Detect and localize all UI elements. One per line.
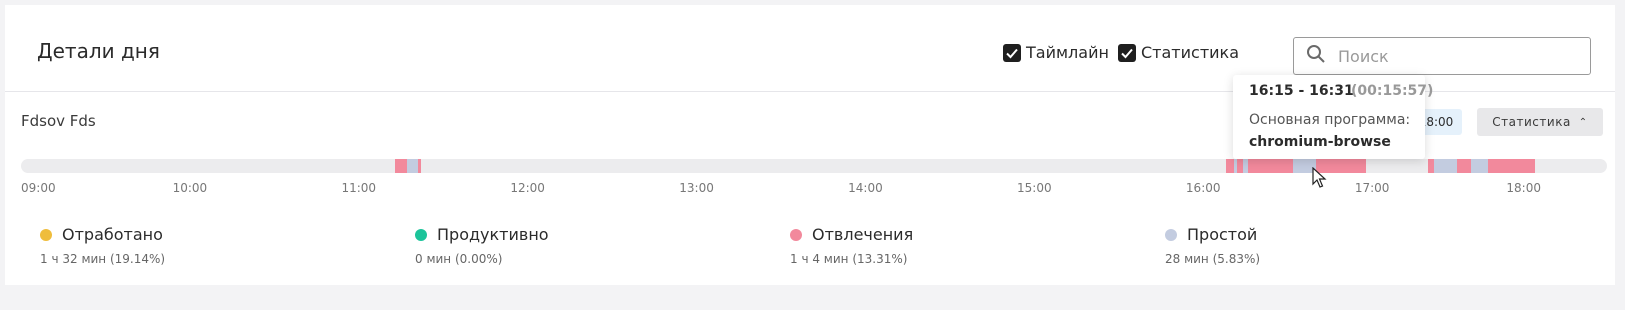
tooltip-label: Основная программа: [1249, 112, 1411, 128]
legend-distraction: Отвлечения 1 ч 4 мин (13.31%) [790, 225, 913, 266]
idle-segment[interactable] [406, 159, 418, 173]
distraction-dot [790, 228, 802, 241]
legend-label: Продуктивно [437, 225, 549, 244]
stats-checkbox-label: Статистика [1141, 43, 1239, 62]
distraction-segment[interactable] [395, 159, 407, 173]
page-title: Детали дня [37, 39, 160, 63]
day-details-card: Детали дня Таймлайн Статистика Fdsov Fds… [5, 5, 1615, 285]
segment-tooltip: 16:15 - 16:31 (00:15:57) Основная програ… [1233, 75, 1433, 159]
stats-checkbox[interactable]: Статистика [1118, 43, 1239, 62]
timeline-checkbox-label: Таймлайн [1026, 43, 1109, 62]
statistics-button-label: Статистика [1492, 115, 1571, 129]
timeline-tick-label: 11:00 [341, 181, 377, 195]
legend-value: 28 мин (5.83%) [1165, 252, 1261, 266]
idle-segment[interactable] [1470, 159, 1488, 173]
legend-value: 1 ч 4 мин (13.31%) [790, 252, 908, 266]
timeline-tick-label: 09:00 [21, 181, 56, 195]
tooltip-app-name: chromium-browse [1249, 134, 1391, 150]
tooltip-duration: (00:15:57) [1351, 83, 1434, 99]
timeline [21, 157, 1607, 175]
timeline-tick-label: 18:00 [1506, 181, 1541, 195]
user-name: Fdsov Fds [21, 112, 96, 130]
legend-label: Отвлечения [812, 225, 914, 244]
distraction-segment[interactable] [1225, 159, 1235, 173]
legend-idle: Простой 28 мин (5.83%) [1165, 225, 1260, 266]
checkbox-checked-icon[interactable] [1118, 43, 1136, 62]
search-box[interactable] [1293, 37, 1591, 75]
timeline-tick-label: 17:00 [1354, 181, 1390, 195]
mouse-cursor-icon [1312, 167, 1327, 188]
idle-dot [1165, 228, 1177, 241]
worked-dot [40, 228, 52, 241]
checkbox-checked-icon[interactable] [1003, 43, 1021, 62]
timeline-tick-label: 10:00 [172, 181, 208, 195]
distraction-segment[interactable] [1456, 159, 1471, 173]
legend-productive: Продуктивно 0 мин (0.00%) [415, 225, 549, 266]
distraction-segment[interactable] [417, 159, 421, 173]
timeline-checkbox[interactable]: Таймлайн [1003, 43, 1109, 62]
productive-dot [415, 228, 427, 241]
tooltip-time-range: 16:15 - 16:31 [1249, 83, 1354, 99]
timeline-tick-label: 14:00 [848, 181, 883, 195]
statistics-toggle-button[interactable]: Статистика ⌃ [1477, 108, 1603, 136]
timeline-tick-label: 15:00 [1017, 181, 1052, 195]
search-icon [1306, 44, 1326, 68]
legend-label: Отработано [62, 225, 163, 244]
distraction-segment[interactable] [1248, 159, 1294, 173]
chevron-up-icon: ⌃ [1578, 116, 1588, 128]
idle-segment[interactable] [1434, 159, 1457, 173]
legend-label: Простой [1187, 225, 1258, 244]
legend-worked: Отработано 1 ч 32 мин (19.14%) [40, 225, 165, 266]
distraction-segment[interactable] [1487, 159, 1536, 173]
timeline-tick-label: 12:00 [510, 181, 545, 195]
legend-value: 1 ч 32 мин (19.14%) [40, 252, 166, 266]
search-input[interactable] [1336, 45, 1580, 67]
timeline-tick-label: 16:00 [1185, 181, 1221, 195]
legend-value: 0 мин (0.00%) [415, 252, 503, 266]
timeline-track[interactable] [21, 159, 1607, 173]
timeline-tick-label: 13:00 [679, 181, 714, 195]
